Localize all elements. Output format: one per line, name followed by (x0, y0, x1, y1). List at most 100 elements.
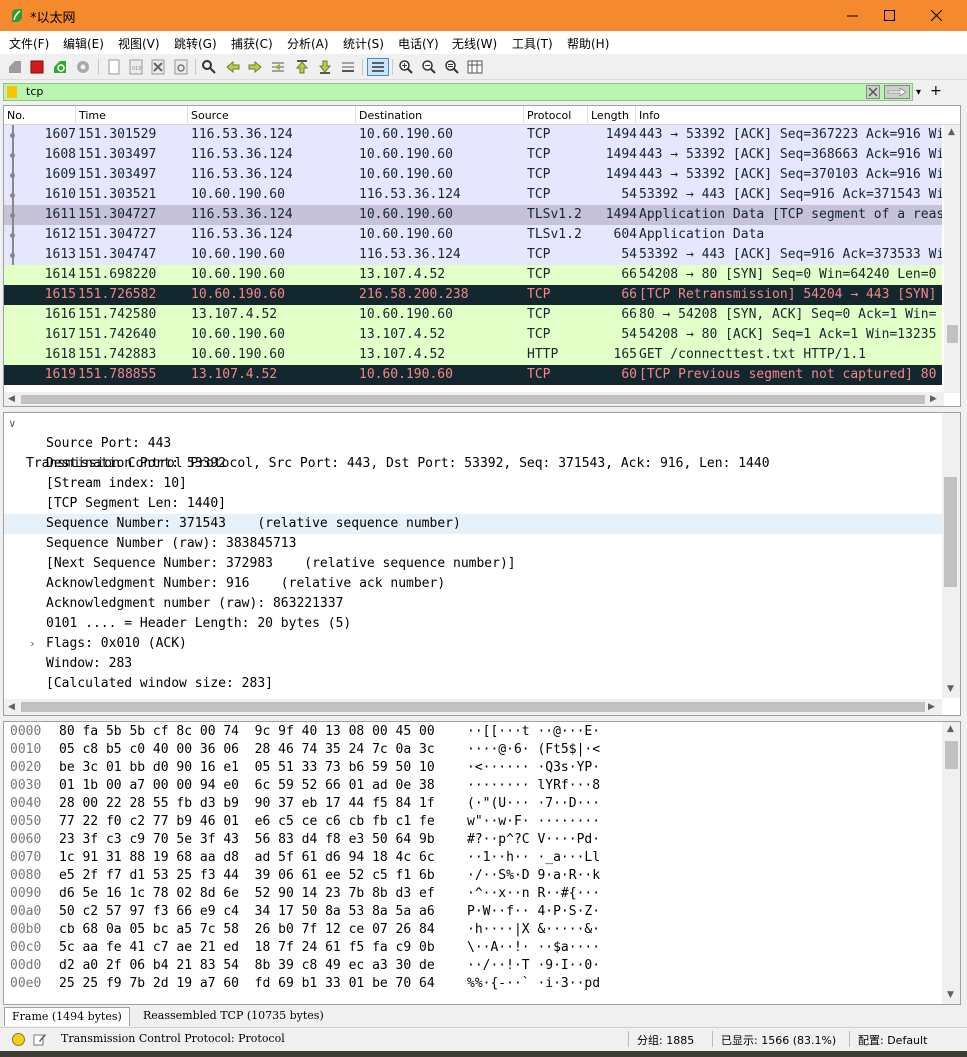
packet-list-horizontal-scrollbar[interactable]: ◀ ▶ (4, 392, 944, 406)
restart-capture-icon[interactable] (51, 58, 69, 76)
find-packet-icon[interactable] (200, 58, 218, 76)
scroll-left-icon[interactable]: ◀ (8, 394, 15, 404)
scroll-thumb[interactable] (947, 325, 958, 343)
expert-info-icon[interactable] (12, 1033, 25, 1046)
packet-row[interactable]: 1614 151.698220 10.60.190.60 13.107.4.52 TCP… (4, 265, 942, 285)
tcp-field-row[interactable]: Acknowledgment number (raw): 863221337 (4, 594, 942, 614)
hex-row[interactable]: 00d0 d2 a0 2f 06 b4 21 83 54 8b 39 c8 49 … (4, 957, 940, 975)
column-header-length[interactable]: Length (588, 106, 636, 125)
menu-file[interactable]: 文件(F) (9, 35, 49, 52)
packet-row[interactable]: 1608 151.303497 116.53.36.124 10.60.190.60 T… (4, 145, 942, 165)
hex-row[interactable]: 0040 28 00 22 28 55 fb d3 b9 90 37 eb 17 … (4, 795, 940, 813)
scroll-thumb[interactable] (21, 395, 925, 404)
tcp-field-row[interactable]: Source Port: 443 (4, 434, 942, 454)
hex-row[interactable]: 00e0 25 25 f9 7b 2d 19 a7 60 fd 69 b1 33 … (4, 975, 940, 993)
scroll-thumb[interactable] (945, 741, 958, 769)
go-to-packet-icon[interactable] (269, 58, 287, 76)
menu-edit[interactable]: 编辑(E) (63, 35, 104, 52)
tcp-field-row[interactable]: [TCP Segment Len: 1440] (4, 494, 942, 514)
tcp-field-row[interactable]: [Stream index: 10] (4, 474, 942, 494)
colorize-icon[interactable] (367, 58, 389, 76)
edit-comment-icon[interactable] (33, 1032, 47, 1046)
scroll-thumb[interactable] (944, 477, 957, 587)
go-forward-icon[interactable] (246, 58, 264, 76)
menu-statistics[interactable]: 统计(S) (343, 35, 384, 52)
column-header-protocol[interactable]: Protocol (524, 106, 588, 125)
go-back-icon[interactable] (224, 58, 242, 76)
display-filter-input[interactable]: tcp (3, 83, 913, 101)
menu-go[interactable]: 跳转(G) (174, 35, 217, 52)
packet-row[interactable]: 1610 151.303521 10.60.190.60 116.53.36.124 T… (4, 185, 942, 205)
menu-telephony[interactable]: 电话(Y) (398, 35, 439, 52)
column-header-source[interactable]: Source (188, 106, 356, 125)
maximize-button[interactable] (866, 0, 912, 31)
tcp-field-row[interactable]: Destination Port: 53392 (4, 454, 942, 474)
tcp-field-row[interactable]: Sequence Number (raw): 383845713 (4, 534, 942, 554)
scroll-up-icon[interactable]: ▲ (948, 127, 955, 137)
hex-row[interactable]: 00c0 5c aa fe 41 c7 ae 21 ed 18 7f 24 61 … (4, 939, 940, 957)
packet-row[interactable]: 1609 151.303497 116.53.36.124 10.60.190.60 T… (4, 165, 942, 185)
scroll-up-icon[interactable]: ▲ (947, 724, 954, 734)
zoom-in-icon[interactable] (397, 58, 415, 76)
scroll-left-icon[interactable]: ◀ (8, 702, 15, 712)
open-file-icon[interactable] (105, 58, 123, 76)
zoom-normal-icon[interactable] (443, 58, 461, 76)
apply-filter-icon[interactable] (884, 85, 910, 99)
scroll-right-icon[interactable]: ▶ (930, 394, 937, 404)
filter-text[interactable]: tcp (26, 84, 43, 100)
collapse-chevron-icon[interactable]: ∨ (9, 414, 16, 434)
hex-row[interactable]: 0000 80 fa 5b 5b cf 8c 00 74 9c 9f 40 13 … (4, 723, 940, 741)
start-capture-icon[interactable] (6, 58, 24, 76)
filter-bookmark-icon[interactable] (7, 86, 17, 98)
tab-reassembled-tcp[interactable]: Reassembled TCP (10735 bytes) (136, 1007, 331, 1026)
packet-row[interactable]: 1612 151.304727 116.53.36.124 10.60.190.60 T… (4, 225, 942, 245)
hex-row[interactable]: 0030 01 1b 00 a7 00 00 94 e0 6c 59 52 66 … (4, 777, 940, 795)
save-file-icon[interactable]: 010 (127, 58, 145, 76)
zoom-out-icon[interactable] (420, 58, 438, 76)
menu-analyze[interactable]: 分析(A) (287, 35, 329, 52)
tab-frame-bytes[interactable]: Frame (1494 bytes) (4, 1007, 130, 1026)
profile-label[interactable]: 配置: Default (858, 1032, 927, 1048)
hex-row[interactable]: 0010 05 c8 b5 c0 40 00 36 06 28 46 74 35 … (4, 741, 940, 759)
scroll-thumb[interactable] (21, 702, 925, 712)
stop-capture-icon[interactable] (28, 58, 46, 76)
tcp-field-row[interactable]: › Flags: 0x010 (ACK) (4, 634, 942, 654)
menu-wireless[interactable]: 无线(W) (452, 35, 497, 52)
tcp-field-row[interactable]: Sequence Number: 371543 (relative sequen… (4, 514, 942, 534)
menu-tools[interactable]: 工具(T) (512, 35, 553, 52)
column-header-time[interactable]: Time (76, 106, 188, 125)
menu-capture[interactable]: 捕获(C) (231, 35, 273, 52)
hex-row[interactable]: 0070 1c 91 31 88 19 68 aa d8 ad 5f 61 d6 … (4, 849, 940, 867)
packet-row[interactable]: 1613 151.304747 10.60.190.60 116.53.36.124 T… (4, 245, 942, 265)
hex-row[interactable]: 0080 e5 2f f7 d1 53 25 f3 44 39 06 61 ee … (4, 867, 940, 885)
close-button[interactable] (913, 0, 959, 31)
column-header-info[interactable]: Info (636, 106, 942, 125)
hex-row[interactable]: 0050 77 22 f0 c2 77 b9 46 01 e6 c5 ce c6 … (4, 813, 940, 831)
hex-row[interactable]: 0090 d6 5e 16 1c 78 02 8d 6e 52 90 14 23 … (4, 885, 940, 903)
packet-row[interactable]: 1607 151.301529 116.53.36.124 10.60.190.60 T… (4, 125, 942, 145)
expand-chevron-icon[interactable]: › (29, 634, 36, 654)
scroll-down-icon[interactable]: ▼ (947, 990, 954, 1000)
hex-row[interactable]: 00b0 cb 68 0a 05 bc a5 7c 58 26 b0 7f 12 … (4, 921, 940, 939)
details-vertical-scrollbar[interactable]: ▼ (942, 413, 960, 698)
menu-view[interactable]: 视图(V) (118, 35, 160, 52)
hex-row[interactable]: 0060 23 3f c3 c9 70 5e 3f 43 56 83 d4 f8 … (4, 831, 940, 849)
reload-file-icon[interactable] (172, 58, 190, 76)
tcp-field-row[interactable]: Window: 283 (4, 654, 942, 674)
resize-columns-icon[interactable] (466, 58, 484, 76)
clear-filter-icon[interactable] (866, 85, 880, 99)
hex-row[interactable]: 00a0 50 c2 57 97 f3 66 e9 c4 34 17 50 8a … (4, 903, 940, 921)
add-filter-button-icon[interactable]: + (930, 83, 942, 99)
go-last-icon[interactable] (316, 58, 334, 76)
scroll-down-icon[interactable]: ▼ (947, 684, 954, 694)
column-header-no[interactable]: No. (4, 106, 76, 125)
tcp-field-row[interactable]: [Calculated window size: 283] (4, 674, 942, 694)
tcp-field-row[interactable]: Acknowledgment Number: 916 (relative ack… (4, 574, 942, 594)
go-first-icon[interactable] (293, 58, 311, 76)
menu-help[interactable]: 帮助(H) (567, 35, 609, 52)
tcp-field-row[interactable]: 0101 .... = Header Length: 20 bytes (5) (4, 614, 942, 634)
tcp-tree-header[interactable]: ∨ Transmission Control Protocol, Src Por… (4, 414, 942, 471)
details-horizontal-scrollbar[interactable]: ◀ ▶ (4, 699, 942, 715)
capture-options-icon[interactable] (74, 58, 92, 76)
column-header-destination[interactable]: Destination (356, 106, 524, 125)
